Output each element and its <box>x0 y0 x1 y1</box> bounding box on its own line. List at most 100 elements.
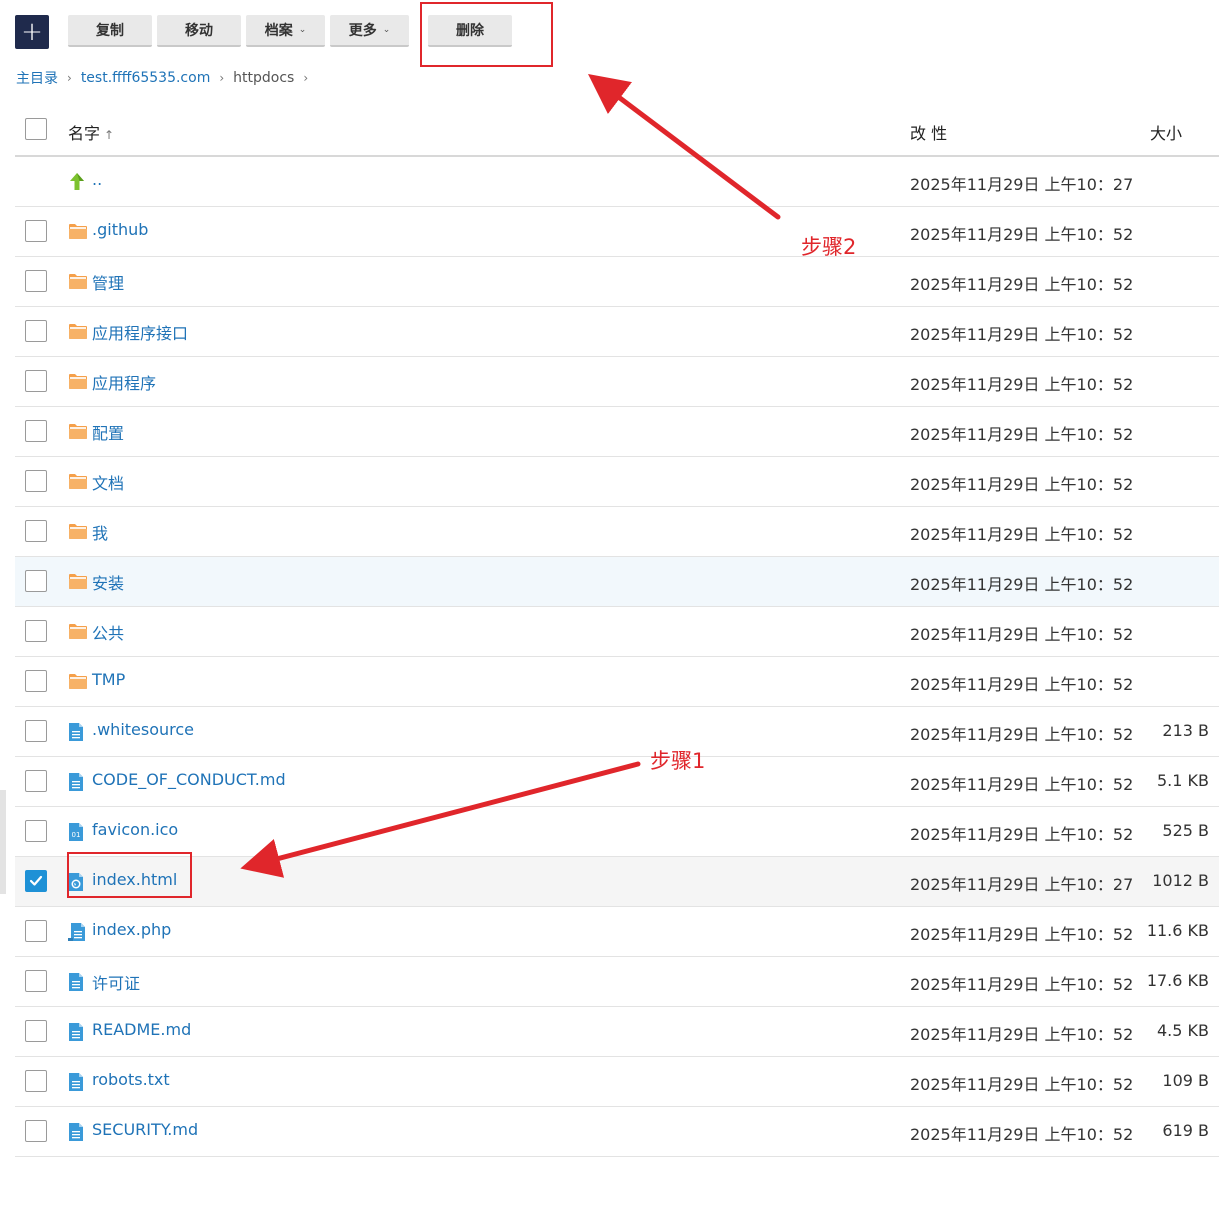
table-row[interactable]: .. 2025年11月29日 上午10：27 <box>15 157 1219 207</box>
file-name-link[interactable]: .. <box>92 170 102 189</box>
table-row[interactable]: TMP 2025年11月29日 上午10：52 <box>15 657 1219 707</box>
file-name-link[interactable]: CODE_OF_CONDUCT.md <box>92 770 286 789</box>
folder-icon <box>68 672 87 690</box>
file-name-link[interactable]: README.md <box>92 1020 191 1039</box>
row-checkbox[interactable] <box>25 820 47 842</box>
row-checkbox[interactable] <box>25 320 47 342</box>
file-name-link[interactable]: 许可证 <box>92 970 140 994</box>
column-header-size[interactable]: 大小 <box>1150 120 1182 144</box>
row-checkbox[interactable] <box>25 570 47 592</box>
add-button[interactable]: + <box>15 15 49 49</box>
svg-text:01: 01 <box>72 831 81 839</box>
move-button[interactable]: 移动 <box>157 15 241 47</box>
modified-date: 2025年11月29日 上午10：52 <box>910 775 1134 794</box>
breadcrumb-current: httpdocs <box>233 70 295 86</box>
file-name-link[interactable]: index.php <box>92 920 171 939</box>
copy-button[interactable]: 复制 <box>68 15 152 47</box>
file-name-link[interactable]: .github <box>92 220 148 239</box>
row-checkbox[interactable] <box>25 670 47 692</box>
table-row[interactable]: 01 favicon.ico 2025年11月29日 上午10：52 525 B <box>15 807 1219 857</box>
modified-date: 2025年11月29日 上午10：52 <box>910 275 1134 294</box>
more-button-label: 更多 <box>348 23 377 39</box>
modified-date: 2025年11月29日 上午10：52 <box>910 375 1134 394</box>
file-name-link[interactable]: 安装 <box>92 570 124 594</box>
file-icon <box>68 972 86 991</box>
file-name-link[interactable]: TMP <box>92 670 125 689</box>
file-size: 17.6 KB <box>1146 971 1209 990</box>
file-name-link[interactable]: robots.txt <box>92 1070 170 1089</box>
file-icon <box>68 1072 86 1091</box>
table-header: 名字 ↑ 改 性 大小 <box>15 106 1219 157</box>
row-checkbox[interactable] <box>25 220 47 242</box>
row-checkbox[interactable] <box>25 1020 47 1042</box>
table-row[interactable]: .whitesource 2025年11月29日 上午10：52 213 B <box>15 707 1219 757</box>
delete-highlight-box <box>420 2 553 67</box>
side-panel-handle[interactable] <box>0 790 6 894</box>
toolbar: + 复制 移动 档案 ⌄ 更多 ⌄ 删除 <box>0 0 1219 60</box>
folder-icon <box>68 422 87 440</box>
table-row[interactable]: 公共 2025年11月29日 上午10：52 <box>15 607 1219 657</box>
row-checkbox[interactable] <box>25 520 47 542</box>
file-icon <box>68 1122 86 1141</box>
table-row[interactable]: 应用程序接口 2025年11月29日 上午10：52 <box>15 307 1219 357</box>
row-checkbox[interactable] <box>25 720 47 742</box>
modified-date: 2025年11月29日 上午10：52 <box>910 975 1134 994</box>
row-checkbox[interactable] <box>25 1120 47 1142</box>
modified-date: 2025年11月29日 上午10：52 <box>910 475 1134 494</box>
breadcrumb-domain[interactable]: test.ffff65535.com <box>81 70 211 86</box>
row-checkbox[interactable] <box>25 1070 47 1092</box>
row-checkbox[interactable] <box>25 420 47 442</box>
table-row[interactable]: index.php 2025年11月29日 上午10：52 11.6 KB <box>15 907 1219 957</box>
table-row[interactable]: index.html 2025年11月29日 上午10：27 1012 B <box>15 857 1219 907</box>
table-row[interactable]: SECURITY.md 2025年11月29日 上午10：52 619 B <box>15 1107 1219 1157</box>
row-checkbox[interactable] <box>25 370 47 392</box>
table-row[interactable]: CODE_OF_CONDUCT.md 2025年11月29日 上午10：52 5.1… <box>15 757 1219 807</box>
file-name-link[interactable]: 配置 <box>92 420 124 444</box>
breadcrumb-home[interactable]: 主目录 <box>16 68 58 88</box>
file-size: 11.6 KB <box>1146 921 1209 940</box>
file-name-link[interactable]: .whitesource <box>92 720 194 739</box>
row-checkbox[interactable] <box>25 770 47 792</box>
file-name-link[interactable]: 管理 <box>92 270 124 294</box>
table-row[interactable]: 安装 2025年11月29日 上午10：52 <box>15 557 1219 607</box>
table-row[interactable]: README.md 2025年11月29日 上午10：52 4.5 KB <box>15 1007 1219 1057</box>
folder-icon <box>68 472 87 490</box>
chevron-down-icon: ⌄ <box>382 25 391 35</box>
column-header-modified[interactable]: 改 性 <box>910 120 947 144</box>
modified-date: 2025年11月29日 上午10：27 <box>910 875 1134 894</box>
row-checkbox[interactable] <box>25 470 47 492</box>
table-row[interactable]: .github 2025年11月29日 上午10：52 <box>15 207 1219 257</box>
php-file-icon <box>68 922 86 941</box>
select-all-checkbox[interactable] <box>25 118 47 140</box>
file-name-link[interactable]: 应用程序接口 <box>92 320 188 344</box>
folder-icon <box>68 322 87 340</box>
table-row[interactable]: 许可证 2025年11月29日 上午10：52 17.6 KB <box>15 957 1219 1007</box>
table-row[interactable]: 文档 2025年11月29日 上午10：52 <box>15 457 1219 507</box>
row-checkbox[interactable] <box>25 870 47 892</box>
chevron-right-icon: › <box>303 71 309 85</box>
table-row[interactable]: 应用程序 2025年11月29日 上午10：52 <box>15 357 1219 407</box>
file-name-link[interactable]: 应用程序 <box>92 370 156 394</box>
more-dropdown-button[interactable]: 更多 ⌄ <box>330 15 409 47</box>
row-checkbox[interactable] <box>25 920 47 942</box>
file-name-link[interactable]: SECURITY.md <box>92 1120 198 1139</box>
folder-icon <box>68 622 87 640</box>
file-name-link[interactable]: favicon.ico <box>92 820 178 839</box>
file-name-link[interactable]: 文档 <box>92 470 124 494</box>
column-name-label: 名字 <box>68 124 101 143</box>
table-row[interactable]: 配置 2025年11月29日 上午10：52 <box>15 407 1219 457</box>
table-row[interactable]: robots.txt 2025年11月29日 上午10：52 109 B <box>15 1057 1219 1107</box>
folder-icon <box>68 522 87 540</box>
table-row[interactable]: 管理 2025年11月29日 上午10：52 <box>15 257 1219 307</box>
modified-date: 2025年11月29日 上午10：27 <box>910 175 1134 194</box>
archive-dropdown-button[interactable]: 档案 ⌄ <box>246 15 325 47</box>
row-checkbox[interactable] <box>25 270 47 292</box>
chevron-down-icon: ⌄ <box>298 25 307 35</box>
row-checkbox[interactable] <box>25 620 47 642</box>
file-name-link[interactable]: 我 <box>92 520 108 544</box>
column-header-name[interactable]: 名字 ↑ <box>68 120 114 144</box>
table-row[interactable]: 我 2025年11月29日 上午10：52 <box>15 507 1219 557</box>
row-checkbox[interactable] <box>25 970 47 992</box>
breadcrumb: 主目录 › test.ffff65535.com › httpdocs › <box>16 67 317 89</box>
file-name-link[interactable]: 公共 <box>92 620 124 644</box>
